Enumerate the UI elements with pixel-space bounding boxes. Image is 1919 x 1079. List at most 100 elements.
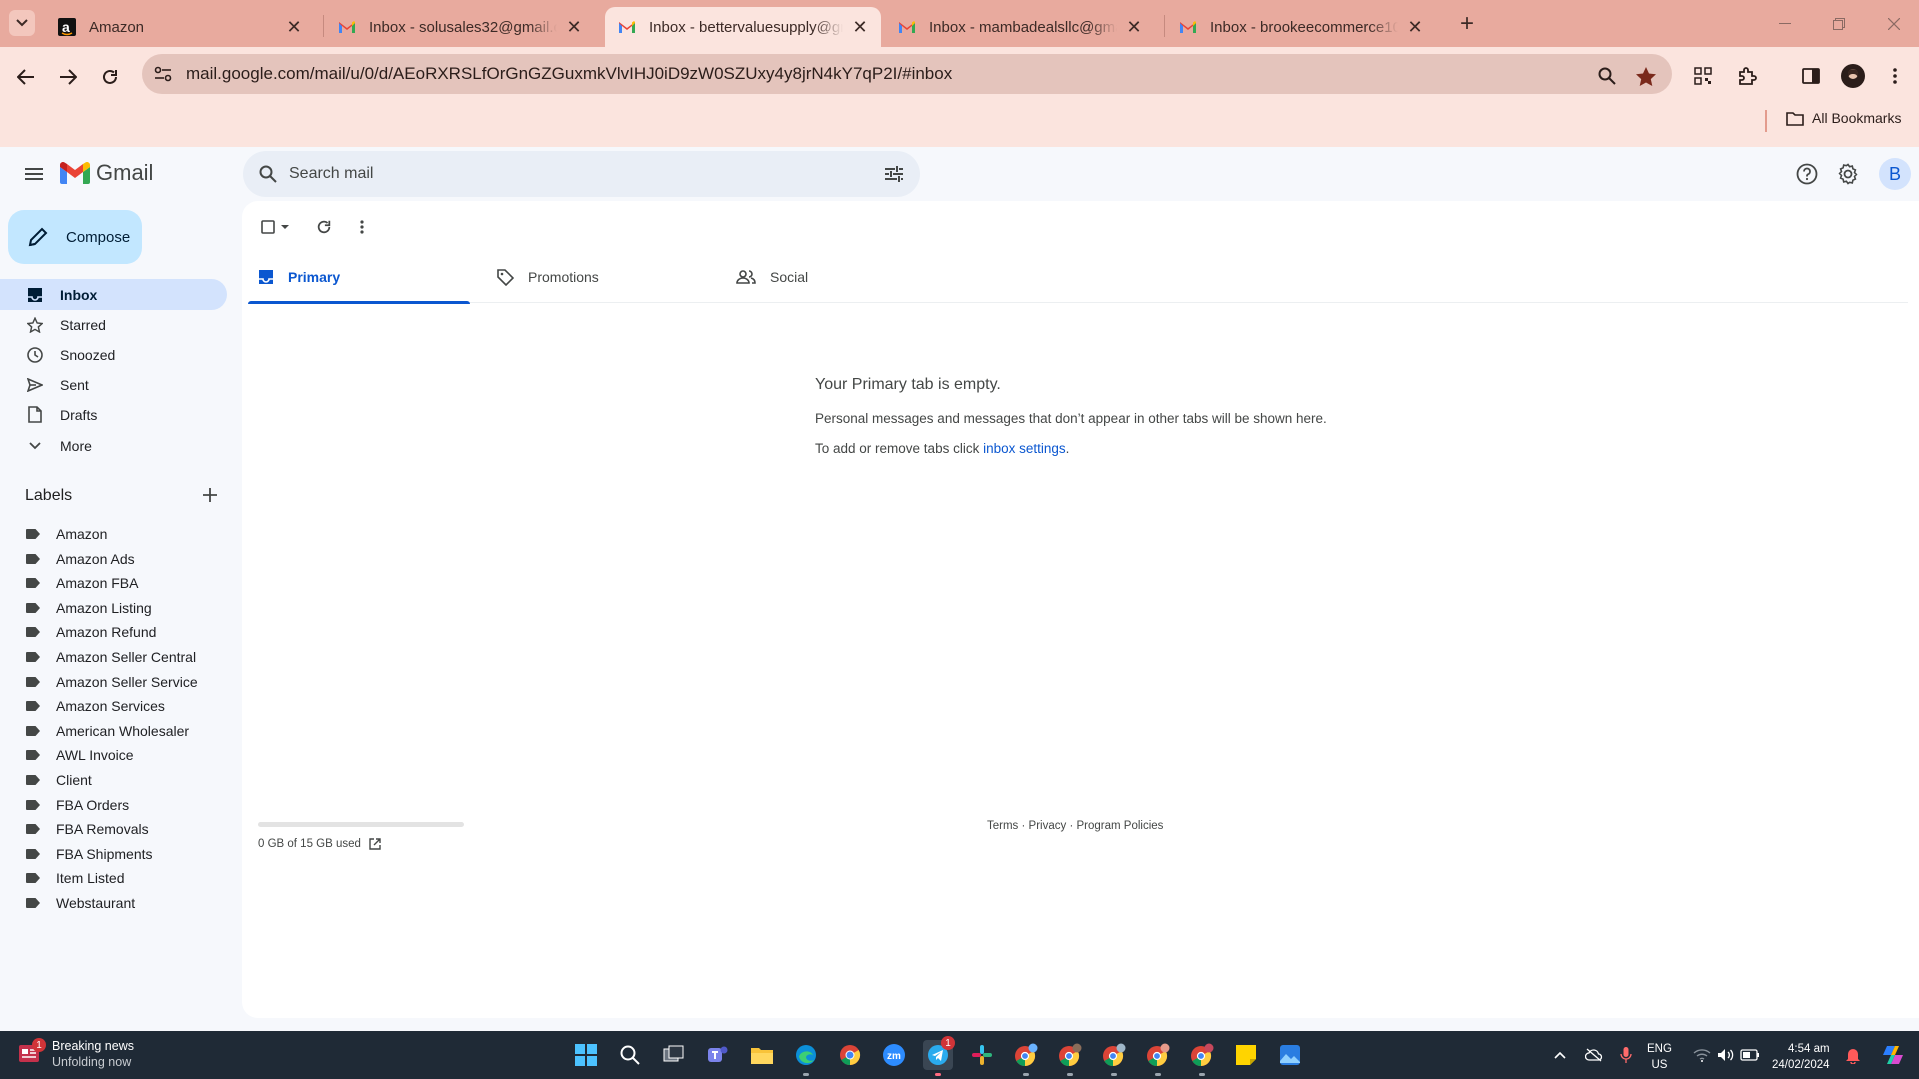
slack-icon[interactable] (967, 1040, 997, 1070)
chrome-profile-icon[interactable] (1099, 1040, 1129, 1076)
new-tab-button[interactable]: + (1455, 10, 1479, 37)
main-menu-button[interactable] (20, 160, 48, 188)
zoom-button[interactable] (1592, 61, 1622, 91)
label-name: Webstaurant (56, 895, 136, 911)
more-actions-button[interactable] (352, 215, 372, 239)
system-clock[interactable]: 4:54 am 24/02/2024 (1772, 1041, 1830, 1073)
telegram-icon[interactable]: 1 (923, 1036, 955, 1076)
battery-icon[interactable] (1740, 1045, 1760, 1065)
chrome-profile-icon[interactable] (1187, 1040, 1217, 1076)
zoom-icon[interactable]: zm (879, 1040, 909, 1070)
back-button[interactable] (10, 61, 42, 93)
browser-tab-amazon[interactable]: a Amazon ✕ (45, 7, 315, 47)
site-info-icon[interactable] (150, 61, 176, 87)
teams-icon[interactable] (703, 1040, 733, 1070)
all-bookmarks-button[interactable]: All Bookmarks (1786, 110, 1901, 126)
browser-tab-strip: a Amazon ✕ Inbox - solusales32@gmail.com… (0, 0, 1919, 47)
sidebar-item-sent[interactable]: Sent (0, 369, 227, 400)
kebab-menu-icon (360, 220, 364, 234)
wifi-icon[interactable] (1692, 1045, 1712, 1065)
photos-icon[interactable] (1275, 1040, 1305, 1070)
close-icon[interactable]: ✕ (1125, 17, 1143, 37)
minimize-button[interactable] (1771, 10, 1799, 38)
label-name: Amazon Listing (56, 599, 152, 616)
search-icon[interactable] (257, 163, 279, 185)
qr-extension-button[interactable] (1688, 61, 1718, 91)
chrome-profile-icon[interactable] (1055, 1040, 1085, 1076)
copilot-icon[interactable] (1880, 1045, 1906, 1065)
settings-button[interactable] (1833, 159, 1863, 189)
account-avatar[interactable]: B (1879, 158, 1911, 190)
search-icon[interactable] (615, 1040, 645, 1070)
microphone-icon[interactable] (1616, 1045, 1636, 1065)
chrome-icon[interactable] (835, 1040, 865, 1070)
tab-primary[interactable]: Primary (248, 251, 470, 304)
side-panel-button[interactable] (1796, 61, 1826, 91)
sidebar-item-starred[interactable]: Starred (0, 309, 227, 340)
sidebar-item-drafts[interactable]: Drafts (0, 399, 227, 430)
profile-avatar-icon (1841, 64, 1865, 88)
cloud-offline-icon[interactable] (1584, 1045, 1604, 1065)
browser-tab-bettervaluesupply[interactable]: Inbox - bettervaluesupply@gmail.com ✕ (605, 7, 881, 47)
tab-search-button[interactable] (9, 10, 35, 36)
tab-social[interactable]: Social (726, 251, 948, 303)
notification-bell-icon[interactable] (1843, 1045, 1863, 1065)
volume-icon[interactable] (1716, 1045, 1736, 1065)
tab-title: Inbox - solusales32@gmail.com (369, 18, 557, 36)
chrome-profile-icon[interactable] (1011, 1040, 1041, 1076)
show-hidden-icons-button[interactable] (1550, 1045, 1570, 1065)
support-button[interactable] (1792, 159, 1822, 189)
restore-button[interactable] (1825, 10, 1853, 38)
search-bar[interactable] (243, 151, 920, 197)
file-explorer-icon[interactable] (747, 1040, 777, 1070)
select-all-checkbox[interactable] (258, 215, 294, 239)
extensions-button[interactable] (1732, 61, 1762, 91)
inbox-category-tabs: Primary Promotions Social (248, 251, 1908, 304)
tab-promotions[interactable]: Promotions (487, 251, 709, 303)
bookmark-star-button[interactable] (1631, 61, 1661, 91)
label-tag-icon (26, 898, 40, 908)
refresh-button[interactable] (312, 215, 336, 239)
edge-icon[interactable] (791, 1040, 821, 1076)
search-input[interactable] (289, 165, 849, 183)
reload-button[interactable] (94, 61, 126, 93)
sidebar-item-more[interactable]: More (0, 430, 227, 461)
browser-tab-brookeecommerce[interactable]: Inbox - brookeecommerce1036@gmail.com ✕ (1166, 7, 1436, 47)
label-item[interactable]: Webstaurant (0, 889, 227, 917)
windows-start-icon[interactable] (571, 1040, 601, 1070)
profile-button[interactable] (1838, 61, 1868, 91)
tab-title: Amazon (89, 18, 145, 36)
clock-time: 4:54 am (1788, 1043, 1830, 1055)
close-icon[interactable]: ✕ (285, 17, 303, 37)
forward-button[interactable] (52, 61, 84, 93)
label-name: AWL Invoice (56, 747, 134, 764)
search-options-icon[interactable] (882, 162, 906, 186)
close-window-button[interactable] (1880, 10, 1908, 38)
inbox-settings-link[interactable]: inbox settings (983, 441, 1066, 456)
footer-separator: · (1018, 820, 1029, 832)
program-policies-link[interactable]: Program Policies (1076, 820, 1163, 832)
create-label-button[interactable] (198, 483, 222, 507)
sidebar-item-inbox[interactable]: Inbox (0, 279, 227, 310)
task-view-icon[interactable] (659, 1040, 689, 1070)
close-icon[interactable]: ✕ (851, 17, 869, 37)
labels-heading: Labels (25, 487, 73, 504)
language-region: US (1651, 1059, 1668, 1071)
terms-link[interactable]: Terms (987, 820, 1018, 832)
close-icon[interactable]: ✕ (565, 17, 583, 37)
input-language-indicator[interactable]: ENG US (1647, 1041, 1672, 1073)
browser-tab-mambadeals[interactable]: Inbox - mambadealsllc@gmail.com ✕ (885, 7, 1155, 47)
browser-tab-solusales[interactable]: Inbox - solusales32@gmail.com ✕ (325, 7, 595, 47)
chrome-menu-button[interactable] (1880, 61, 1910, 91)
external-link-icon[interactable] (369, 838, 381, 850)
chrome-profile-icon[interactable] (1143, 1040, 1173, 1076)
close-icon[interactable]: ✕ (1406, 17, 1424, 37)
gmail-logo[interactable]: Gmail (60, 160, 153, 186)
compose-button[interactable]: Compose (8, 210, 142, 264)
sidebar-item-snoozed[interactable]: Snoozed (0, 339, 227, 370)
address-bar[interactable]: mail.google.com/mail/u/0/d/AEoRXRSLfOrGn… (142, 54, 1672, 94)
sticky-notes-icon[interactable] (1231, 1040, 1261, 1070)
privacy-link[interactable]: Privacy (1029, 820, 1067, 832)
news-widget[interactable]: 1 Breaking news Unfolding now (18, 1038, 134, 1069)
sidebar-item-label: Inbox (60, 286, 98, 303)
